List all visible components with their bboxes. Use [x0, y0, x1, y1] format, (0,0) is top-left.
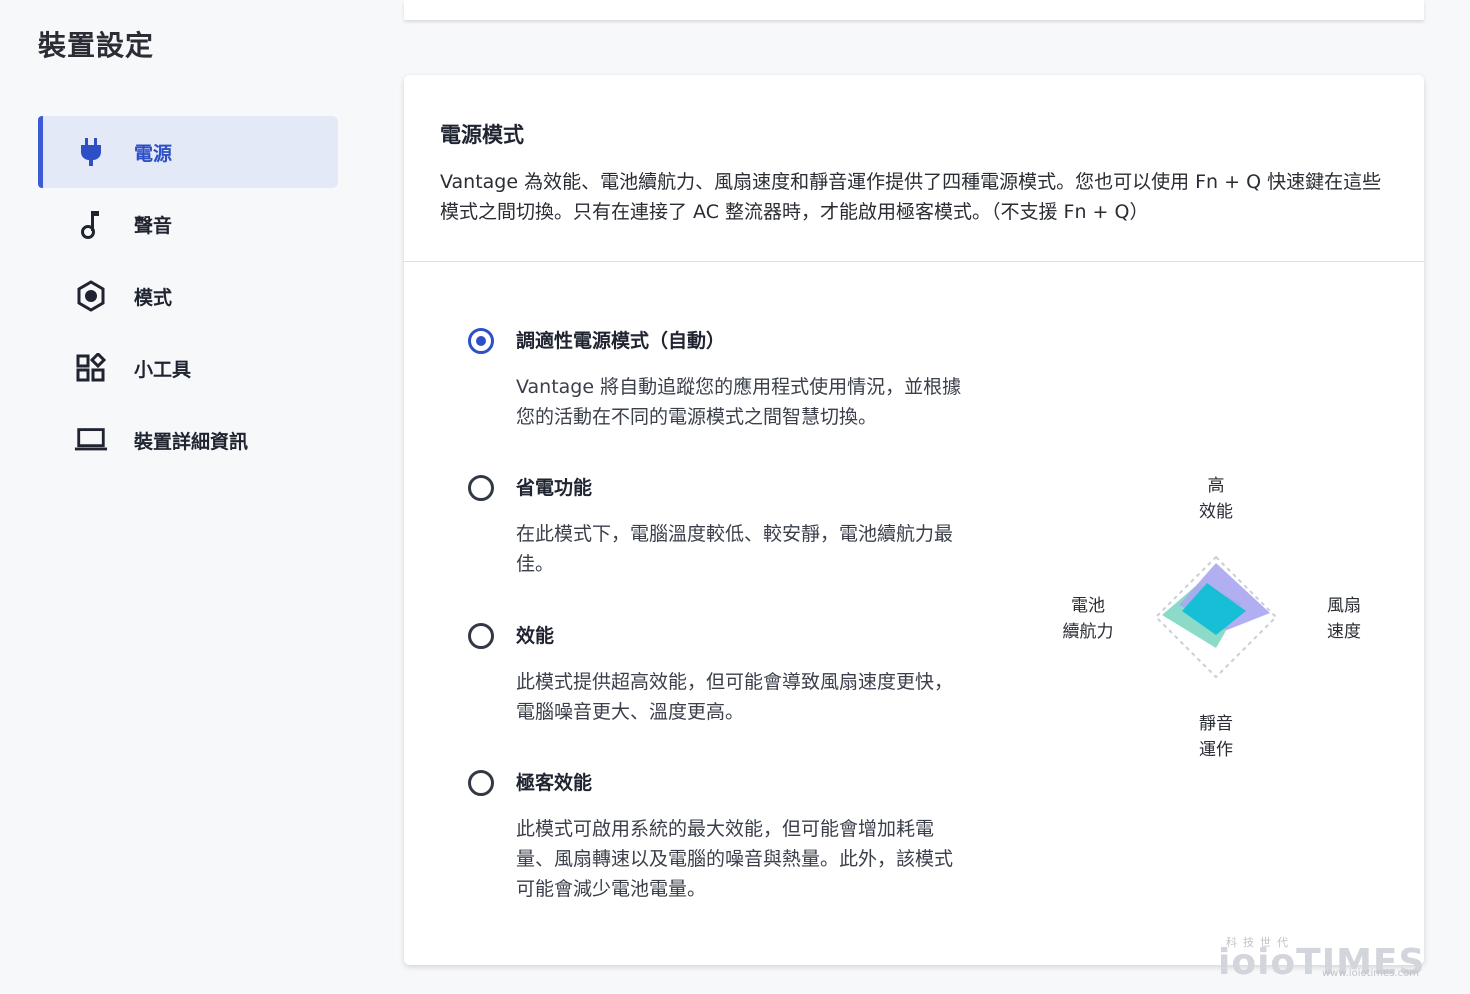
- watermark-url: www.ioiotimes.com: [1322, 968, 1419, 979]
- sidebar-item-label: 電源: [134, 142, 173, 165]
- option-label: 省電功能: [516, 477, 593, 499]
- radio-battery-saver[interactable]: [468, 475, 494, 501]
- power-plug-icon: [74, 135, 108, 169]
- option-label: 極客效能: [516, 772, 593, 794]
- sidebar-item-label: 裝置詳細資訊: [134, 430, 249, 453]
- previous-card-edge: [404, 0, 1424, 20]
- option-description: 在此模式下，電腦溫度較低、較安靜，電池續航力最佳。: [516, 523, 954, 575]
- sidebar-item-label: 小工具: [134, 358, 192, 381]
- power-mode-card: 電源模式 Vantage 為效能、電池續航力、風扇速度和靜音運作提供了四種電源模…: [404, 75, 1424, 965]
- option-label: 效能: [516, 625, 555, 647]
- option-label: 調適性電源模式（自動）: [516, 330, 726, 352]
- page-title: 裝置設定: [38, 29, 155, 62]
- sidebar-item-device-details[interactable]: 裝置詳細資訊: [38, 404, 338, 476]
- option-description: 此模式可啟用系統的最大效能，但可能會增加耗電量、風扇轉速以及電腦的噪音與熱量。此…: [516, 818, 954, 900]
- option-description: Vantage 將自動追蹤您的應用程式使用情況，並根據您的活動在不同的電源模式之…: [516, 376, 962, 428]
- sidebar-item-label: 聲音: [134, 214, 173, 237]
- sidebar-item-label: 模式: [134, 286, 173, 309]
- watermark-logo: 科技世代 ioioTIMES www.ioiotimes.com: [1218, 932, 1458, 988]
- sidebar-item-sound[interactable]: 聲音: [38, 188, 338, 260]
- option-description: 此模式提供超高效能，但可能會導致風扇速度更快，電腦噪音更大、溫度更高。: [516, 671, 954, 723]
- hexagon-mode-icon: [74, 279, 108, 313]
- widgets-icon: [74, 351, 108, 385]
- radar-shapes: [1154, 555, 1278, 679]
- mode-radar-diagram: 高 效能 電池 續航力 風扇 速度 靜音 運作: [1024, 465, 1384, 785]
- card-description: Vantage 為效能、電池續航力、風扇速度和靜音運作提供了四種電源模式。您也可…: [440, 171, 1382, 223]
- laptop-icon: [74, 423, 108, 457]
- sidebar-item-power[interactable]: 電源: [38, 116, 338, 188]
- sidebar-item-widgets[interactable]: 小工具: [38, 332, 338, 404]
- sidebar: 電源 聲音 模式 小工具 裝置詳細資訊: [38, 116, 338, 476]
- radio-adaptive[interactable]: [468, 328, 494, 354]
- divider: [404, 261, 1424, 262]
- music-note-icon: [74, 207, 108, 241]
- radio-performance[interactable]: [468, 623, 494, 649]
- radio-geek[interactable]: [468, 770, 494, 796]
- sidebar-item-mode[interactable]: 模式: [38, 260, 338, 332]
- card-title: 電源模式: [440, 123, 524, 147]
